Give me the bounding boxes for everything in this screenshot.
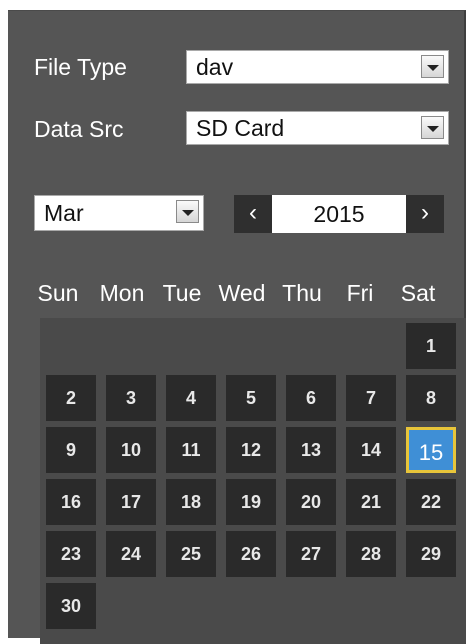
weekday-label: Sat — [400, 280, 436, 306]
year-display: 2015 — [272, 195, 406, 233]
day-cell[interactable]: 30 — [46, 583, 96, 629]
day-cell[interactable]: 24 — [106, 531, 156, 577]
day-cell[interactable]: 8 — [406, 375, 456, 421]
day-cell[interactable]: 27 — [286, 531, 336, 577]
day-cell[interactable]: 9 — [46, 427, 96, 473]
day-cell[interactable]: 1 — [406, 323, 456, 369]
day-cell[interactable]: 26 — [226, 531, 276, 577]
month-select[interactable]: Mar — [34, 195, 204, 231]
day-cell[interactable]: 11 — [166, 427, 216, 473]
weekday-label: Thu — [282, 280, 322, 306]
chevron-right-icon: › — [421, 199, 429, 226]
day-cell[interactable]: 22 — [406, 479, 456, 525]
file-type-value: dav — [196, 54, 234, 80]
day-cell[interactable]: 23 — [46, 531, 96, 577]
weekday-label: Wed — [218, 280, 266, 306]
prev-year-button[interactable]: ‹ — [234, 195, 272, 233]
data-src-label: Data Src — [34, 116, 124, 142]
chevron-left-icon: ‹ — [249, 199, 257, 226]
selected-day-cell[interactable]: 15 — [406, 427, 456, 473]
file-type-select[interactable]: dav — [186, 50, 449, 84]
month-value: Mar — [44, 200, 84, 226]
day-cell[interactable]: 5 — [226, 375, 276, 421]
day-cell[interactable]: 16 — [46, 479, 96, 525]
calendar-grid: 1 2 3 4 5 6 7 8 9 10 11 12 13 14 15 16 17 18 19 20 21 22 23 24 2… — [40, 318, 466, 644]
weekday-label: Mon — [99, 280, 145, 306]
day-cell[interactable]: 6 — [286, 375, 336, 421]
day-cell[interactable]: 2 — [46, 375, 96, 421]
day-cell[interactable]: 20 — [286, 479, 336, 525]
day-cell[interactable]: 4 — [166, 375, 216, 421]
chevron-down-icon[interactable] — [421, 116, 444, 139]
day-cell[interactable]: 25 — [166, 531, 216, 577]
day-cell[interactable]: 17 — [106, 479, 156, 525]
day-cell[interactable]: 7 — [346, 375, 396, 421]
day-cell[interactable]: 21 — [346, 479, 396, 525]
day-cell[interactable]: 12 — [226, 427, 276, 473]
weekday-label: Sun — [37, 280, 79, 306]
playback-search-panel: File Type dav Data Src SD Card Mar ‹ 201… — [8, 10, 466, 644]
day-cell[interactable]: 19 — [226, 479, 276, 525]
day-cell[interactable]: 14 — [346, 427, 396, 473]
chevron-down-icon[interactable] — [421, 55, 444, 78]
day-cell[interactable]: 3 — [106, 375, 156, 421]
day-cell[interactable]: 13 — [286, 427, 336, 473]
day-cell[interactable]: 18 — [166, 479, 216, 525]
data-src-select[interactable]: SD Card — [186, 111, 449, 145]
weekday-label: Fri — [346, 280, 374, 306]
day-cell[interactable]: 28 — [346, 531, 396, 577]
data-src-value: SD Card — [196, 115, 285, 141]
day-cell[interactable]: 10 — [106, 427, 156, 473]
weekday-label: Tue — [162, 280, 202, 306]
chevron-down-icon[interactable] — [176, 200, 199, 223]
next-year-button[interactable]: › — [406, 195, 444, 233]
file-type-label: File Type — [34, 54, 127, 80]
day-cell[interactable]: 29 — [406, 531, 456, 577]
